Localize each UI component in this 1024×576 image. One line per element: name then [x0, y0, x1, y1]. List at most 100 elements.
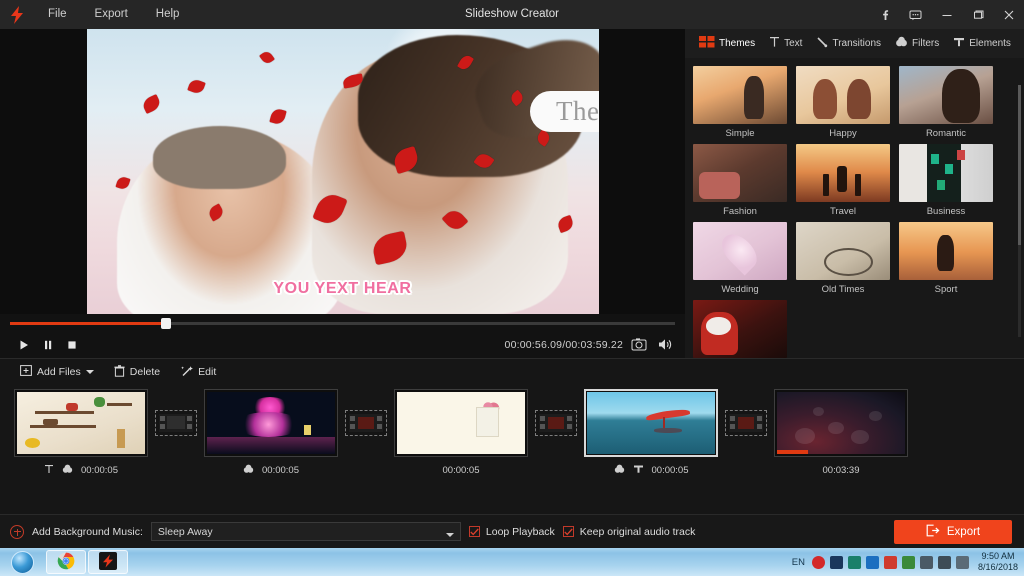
windows-start-button[interactable]	[0, 548, 44, 576]
umbrella-shape	[645, 407, 690, 422]
taskbar-clock[interactable]: 9:50 AM 8/16/2018	[974, 551, 1018, 573]
background-music-select[interactable]: Sleep Away	[150, 522, 461, 541]
transition-icon[interactable]	[535, 410, 577, 436]
transition-slot[interactable]	[338, 389, 394, 457]
timeline-clip-selected[interactable]: 00:00:05	[584, 389, 718, 479]
tab-transitions[interactable]: Transitions	[810, 32, 887, 55]
themes-scrollbar[interactable]	[1018, 85, 1021, 337]
theme-item-romantic[interactable]: Romantic	[899, 66, 993, 140]
checkbox-box[interactable]	[562, 526, 574, 537]
theme-item-christmas[interactable]	[693, 300, 787, 358]
filter-icon	[62, 464, 73, 477]
timeline-clip[interactable]: 00:00:05	[14, 389, 148, 479]
checkbox-box[interactable]	[468, 526, 480, 537]
tray-icon-record[interactable]	[811, 555, 825, 569]
tab-transitions-label: Transitions	[832, 38, 882, 49]
chevron-down-icon[interactable]	[85, 366, 94, 378]
tray-icon-window[interactable]	[829, 555, 843, 569]
maximize-icon[interactable]	[962, 0, 993, 29]
video-stage[interactable]: YOU YEXT HEAR Themes	[0, 29, 685, 314]
menu-item-export[interactable]: Export	[81, 0, 142, 29]
transition-icon[interactable]	[155, 410, 197, 436]
theme-item-wedding[interactable]: Wedding	[693, 222, 787, 296]
theme-item-simple[interactable]: Simple	[693, 66, 787, 140]
loop-playback-checkbox[interactable]: Loop Playback	[468, 526, 555, 538]
taskbar-item-chrome[interactable]	[46, 550, 86, 574]
tray-icon-app-green[interactable]	[847, 555, 861, 569]
keep-original-audio-checkbox[interactable]: Keep original audio track	[562, 526, 695, 538]
themes-grid[interactable]: Simple Happy Romantic Fashion Travel Bus…	[685, 58, 1024, 358]
delete-button[interactable]: Delete	[106, 362, 168, 383]
feedback-icon[interactable]	[900, 0, 931, 29]
theme-item-travel[interactable]: Travel	[796, 144, 890, 218]
clip-frame[interactable]	[394, 389, 528, 457]
tab-filters[interactable]: Filters	[889, 32, 945, 55]
preview-area: YOU YEXT HEAR Themes 00:00:56.09/00:03:5…	[0, 29, 685, 358]
tray-icon-volume[interactable]	[937, 555, 951, 569]
facebook-icon[interactable]	[869, 0, 900, 29]
export-button[interactable]: Export	[894, 520, 1012, 544]
tray-icon-network[interactable]	[919, 555, 933, 569]
clock-date: 8/16/2018	[977, 562, 1018, 572]
tab-themes[interactable]: Themes	[693, 32, 761, 55]
bottom-bar: Add Background Music: Sleep Away Loop Pl…	[0, 514, 1024, 548]
preview-text-overlay[interactable]: YOU YEXT HEAR	[87, 280, 599, 298]
stop-icon[interactable]	[60, 333, 84, 357]
progress-track[interactable]	[10, 317, 675, 329]
chevron-down-icon[interactable]	[445, 529, 454, 541]
themes-row: Fashion Travel Business	[693, 144, 1010, 218]
theme-item-fashion[interactable]: Fashion	[693, 144, 787, 218]
transition-slot[interactable]	[148, 389, 204, 457]
theme-item-sport[interactable]: Sport	[899, 222, 993, 296]
clip-frame[interactable]	[584, 389, 718, 457]
play-icon[interactable]	[12, 333, 36, 357]
add-files-button[interactable]: Add Files	[12, 362, 102, 382]
clip-frame[interactable]	[774, 389, 908, 457]
tray-icon-app-blue[interactable]	[865, 555, 879, 569]
timeline-clip[interactable]: 00:03:39	[774, 389, 908, 479]
tab-elements[interactable]: Elements	[947, 32, 1017, 55]
time-display: 00:00:56.09/00:03:59.22	[504, 339, 623, 351]
scrollbar-thumb[interactable]	[1018, 85, 1021, 245]
transition-slot[interactable]	[718, 389, 774, 457]
minimize-icon[interactable]	[931, 0, 962, 29]
tray-icon-action-center[interactable]	[955, 555, 969, 569]
tab-text[interactable]: Text	[763, 32, 808, 55]
theme-item-old-times[interactable]: Old Times	[796, 222, 890, 296]
export-icon	[926, 524, 940, 540]
tab-filters-label: Filters	[912, 38, 940, 49]
windows-start-icon	[10, 550, 34, 574]
theme-item-happy[interactable]: Happy	[796, 66, 890, 140]
tray-language[interactable]: EN	[792, 557, 805, 568]
menu-item-help[interactable]: Help	[142, 0, 194, 29]
transition-icon[interactable]	[725, 410, 767, 436]
transition-slot[interactable]	[528, 389, 584, 457]
theme-item-business[interactable]: Business	[899, 144, 993, 218]
magic-wand-icon	[180, 365, 194, 380]
pause-icon[interactable]	[36, 333, 60, 357]
clip-frame[interactable]	[204, 389, 338, 457]
tray-icon-security[interactable]	[883, 555, 897, 569]
clip-frame[interactable]	[14, 389, 148, 457]
timeline-toolbar: Add Files Delete Edit	[0, 359, 1024, 385]
theme-thumbnail	[693, 144, 787, 202]
camera-icon[interactable]	[631, 337, 647, 355]
playback-progress[interactable]	[0, 314, 685, 332]
timeline-panel: Add Files Delete Edit 00:00:05 00:00:05 …	[0, 358, 1024, 514]
volume-icon[interactable]	[657, 337, 673, 355]
video-preview[interactable]: YOU YEXT HEAR Themes	[86, 29, 599, 314]
tiles-icon	[699, 36, 715, 51]
add-circle-icon[interactable]	[10, 524, 24, 539]
timeline-clip[interactable]: 00:00:05	[394, 389, 528, 479]
edit-button[interactable]: Edit	[172, 362, 224, 383]
timeline-clip[interactable]: 00:00:05	[204, 389, 338, 479]
close-icon[interactable]	[993, 0, 1024, 29]
menu-item-file[interactable]: File	[34, 0, 81, 29]
taskbar-item-slideshow-creator[interactable]	[88, 550, 128, 574]
progress-handle[interactable]	[161, 317, 172, 329]
clip-track[interactable]: 00:00:05 00:00:05 00:00:05 00:00:05 00:0…	[0, 389, 1024, 513]
themes-row: Wedding Old Times Sport	[693, 222, 1010, 296]
tray-icon-shield[interactable]	[901, 555, 915, 569]
transition-icon[interactable]	[345, 410, 387, 436]
windows-taskbar: EN 9:50 AM 8/16/2018	[0, 548, 1024, 576]
